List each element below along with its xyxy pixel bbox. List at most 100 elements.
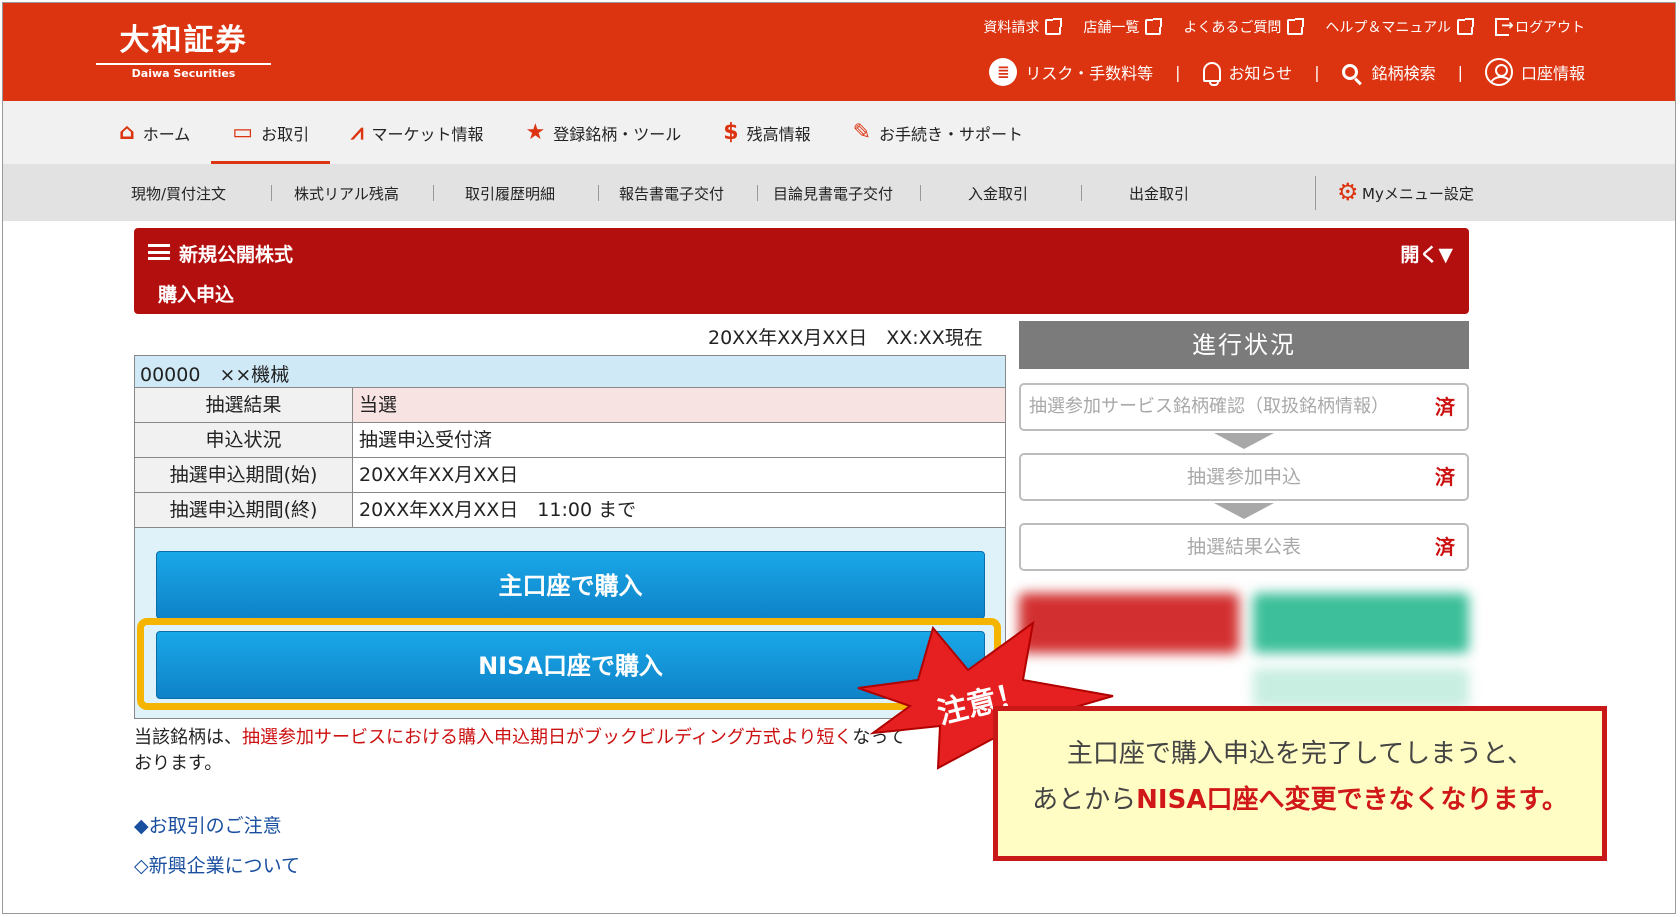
subnav-spot-order[interactable]: 現物/買付注文 — [131, 183, 226, 204]
progress-step: 抽選参加サービス銘柄確認（取扱銘柄情報） 済 — [1019, 383, 1469, 431]
tab-watchlist-label: 登録銘柄・ツール — [553, 124, 682, 144]
callout-line2: あとからNISA口座へ変更できなくなります。 — [998, 779, 1602, 816]
risk-fees-label: リスク・手数料等 — [1025, 64, 1154, 83]
subnav-realtime-balance[interactable]: 株式リアル残高 — [294, 183, 399, 204]
link-faq-label: よくあるご質問 — [1183, 20, 1282, 36]
divider: | — [1175, 62, 1181, 82]
monitor-icon: ▭ — [232, 119, 254, 145]
star-icon: ★ — [525, 119, 546, 145]
divider — [757, 185, 758, 201]
subnav-deposit[interactable]: 入金取引 — [968, 183, 1028, 204]
external-link-icon — [1457, 18, 1474, 35]
subnav-prospectus[interactable]: 目論見書電子交付 — [773, 183, 893, 204]
gear-icon[interactable]: ⚙ — [1337, 178, 1359, 206]
stock-search-label: 銘柄検索 — [1371, 64, 1436, 83]
callout-line1: 主口座で購入申込を完了してしまうと、 — [1066, 739, 1534, 769]
tab-watchlist[interactable]: ★ 登録銘柄・ツール — [505, 101, 703, 164]
subnav-history[interactable]: 取引履歴明細 — [465, 183, 555, 204]
tab-balance-label: 残高情報 — [746, 124, 811, 144]
table-row: 抽選申込期間(終) 20XX年XX月XX日 11:00 まで — [135, 493, 1005, 528]
arrow-down-icon — [1214, 433, 1274, 449]
page-frame: 大和証券 Daiwa Securities 資料請求 店舗一覧 よくあるご質問 … — [2, 2, 1676, 914]
table-row: 申込状況 抽選申込受付済 — [135, 423, 1005, 458]
logo-underline — [96, 63, 271, 65]
my-menu-settings[interactable]: Myメニュー設定 — [1362, 183, 1474, 204]
risk-fees-link[interactable]: ≣ リスク・手数料等 — [989, 58, 1153, 86]
blurred-step-nisa — [1253, 593, 1469, 653]
table-row: 抽選結果 当選 — [135, 388, 1005, 423]
link-help[interactable]: ヘルプ＆マニュアル — [1325, 17, 1474, 37]
divider — [598, 185, 599, 201]
logout-button[interactable]: ログアウト — [1495, 16, 1585, 37]
progress-title: 進行状況 — [1019, 321, 1469, 369]
note-warning: 抽選参加サービスにおける購入申込期日がブックビルディング方式より短く — [242, 727, 853, 748]
callout-line2-emphasis: NISA口座へ変更できなくなります。 — [1136, 785, 1568, 815]
tab-balance[interactable]: $ 残高情報 — [702, 101, 831, 164]
expand-toggle[interactable]: 開く▼ — [1400, 240, 1453, 267]
external-link-icon — [1145, 18, 1163, 35]
top-links: 資料請求 店舗一覧 よくあるご質問 ヘルプ＆マニュアル ログアウト — [983, 16, 1585, 37]
logo-subtext: Daiwa Securities — [131, 67, 236, 80]
stock-search-link[interactable]: 銘柄検索 — [1341, 60, 1436, 84]
link-materials-label: 資料請求 — [983, 20, 1040, 36]
external-link-icon — [1287, 18, 1305, 35]
trading-caution-link[interactable]: ◆お取引のご注意 — [134, 811, 282, 838]
tab-trading[interactable]: ▭ お取引 — [211, 101, 330, 164]
progress-step: 抽選参加申込 済 — [1019, 453, 1469, 501]
warning-callout: 主口座で購入申込を完了してしまうと、 あとからNISA口座へ変更できなくなります… — [993, 706, 1607, 861]
subnav-withdraw[interactable]: 出金取引 — [1129, 183, 1189, 204]
daiwa-logo[interactable]: 大和証券 Daiwa Securities — [96, 23, 271, 80]
notice-link[interactable]: お知らせ — [1202, 60, 1293, 86]
divider — [920, 185, 921, 201]
row-value: 20XX年XX月XX日 11:00 まで — [359, 499, 637, 521]
tab-market[interactable]: ⩘ マーケット情報 — [330, 101, 504, 164]
divider — [1315, 176, 1316, 210]
divider: | — [1457, 62, 1463, 82]
notice-label: お知らせ — [1228, 64, 1293, 83]
tab-home[interactable]: ⌂ ホーム — [98, 101, 211, 164]
row-value: 抽選申込受付済 — [359, 429, 493, 451]
chart-search-icon: ⩘ — [351, 119, 364, 145]
step-status: 済 — [1435, 465, 1455, 489]
external-link-icon — [1045, 18, 1063, 35]
link-faq[interactable]: よくあるご質問 — [1183, 17, 1305, 37]
step-label: 抽選結果公表 — [1186, 536, 1301, 558]
tab-support[interactable]: ✎ お手続き・サポート — [832, 101, 1044, 164]
subnav-reports[interactable]: 報告書電子交付 — [619, 183, 724, 204]
logout-label: ログアウト — [1515, 20, 1585, 36]
as-of-timestamp: 20XX年XX月XX日 XX:XX現在 — [708, 327, 983, 349]
tab-home-label: ホーム — [142, 124, 191, 144]
link-branches[interactable]: 店舗一覧 — [1083, 17, 1163, 37]
menu-icon[interactable] — [148, 244, 170, 260]
notice-text: 当該銘柄は、抽選参加サービスにおける購入申込期日がブックビルディング方式より短く… — [134, 725, 964, 777]
header-utility-links: ≣ リスク・手数料等 | お知らせ | 銘柄検索 | 口座情報 — [989, 58, 1585, 86]
progress-step: 抽選結果公表 済 — [1019, 523, 1469, 571]
section-title: 新規公開株式 — [179, 244, 294, 266]
step-label: 抽選参加サービス銘柄確認（取扱銘柄情報） — [1029, 396, 1389, 417]
link-branches-label: 店舗一覧 — [1083, 20, 1140, 36]
document-icon: ≣ — [989, 58, 1018, 86]
row-value: 当選 — [353, 388, 1005, 422]
divider: | — [1314, 62, 1320, 82]
user-icon — [1484, 58, 1513, 86]
link-help-label: ヘルプ＆マニュアル — [1325, 20, 1451, 36]
divider — [271, 185, 272, 201]
site-header: 大和証券 Daiwa Securities 資料請求 店舗一覧 よくあるご質問 … — [3, 3, 1675, 101]
account-info-link[interactable]: 口座情報 — [1484, 58, 1585, 86]
emerging-companies-link[interactable]: ◇新興企業について — [134, 851, 300, 878]
row-key: 抽選結果 — [135, 388, 353, 422]
step-label: 抽選参加申込 — [1186, 466, 1301, 488]
section-subtitle: 購入申込 — [158, 284, 235, 306]
link-materials[interactable]: 資料請求 — [983, 17, 1063, 37]
row-value: 20XX年XX月XX日 — [359, 464, 519, 486]
tab-trading-label: お取引 — [261, 124, 310, 144]
buy-main-account-button[interactable]: 主口座で購入 — [156, 551, 985, 619]
main-nav: ⌂ ホーム ▭ お取引 ⩘ マーケット情報 ★ 登録銘柄・ツール $ 残高情報 ✎ お手続き… — [3, 101, 1675, 164]
divider — [1081, 185, 1082, 201]
tab-market-label: マーケット情報 — [371, 124, 484, 144]
row-key: 抽選申込期間(始) — [135, 458, 353, 492]
home-icon: ⌂ — [119, 119, 135, 145]
stock-title: 00000 ××機械 — [135, 356, 1005, 388]
row-key: 申込状況 — [135, 423, 353, 457]
account-info-label: 口座情報 — [1520, 64, 1585, 83]
